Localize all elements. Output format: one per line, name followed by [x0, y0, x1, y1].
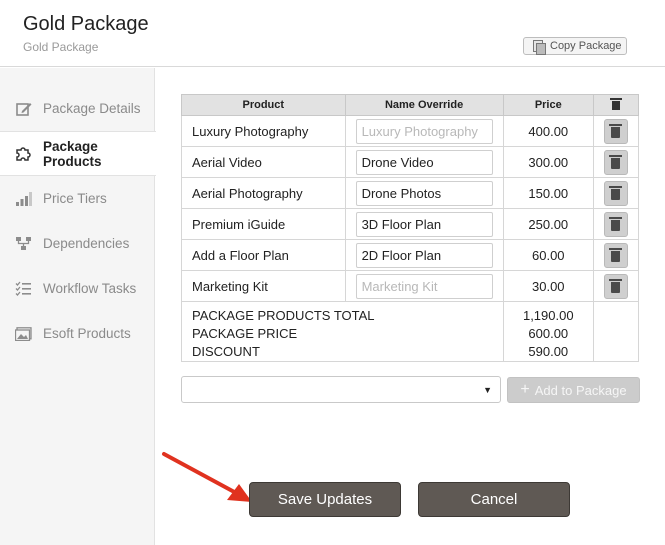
cancel-button[interactable]: Cancel [418, 482, 570, 517]
product-name: Aerial Photography [181, 177, 346, 209]
product-price: 30.00 [502, 270, 594, 302]
discount-value: 590.00 [528, 344, 569, 359]
summary-labels: PACKAGE PRODUCTS TOTAL PACKAGE PRICE DIS… [181, 301, 504, 362]
override-cell [344, 239, 504, 271]
caret-down-icon: ▼ [483, 385, 492, 395]
sidebar-item-label: Dependencies [43, 236, 130, 251]
trash-icon [609, 97, 622, 110]
delete-cell [592, 239, 640, 271]
name-override-input[interactable] [355, 149, 493, 175]
sidebar-item-package-products[interactable]: Package Products [0, 131, 156, 176]
total-value: 1,190.00 [522, 308, 574, 323]
column-header-override: Name Override [344, 94, 504, 116]
sidebar-item-package-details[interactable]: Package Details [0, 86, 155, 131]
product-select[interactable]: ▼ [181, 376, 501, 403]
page-title: Gold Package [23, 13, 149, 35]
override-cell [344, 208, 504, 240]
summary-values: 1,190.00 600.00 590.00 [502, 301, 594, 362]
delete-product-button[interactable] [603, 118, 628, 144]
copy-package-label: Copy Package [550, 40, 622, 52]
column-header-delete [592, 94, 640, 116]
add-to-package-label: Add to Package [534, 382, 627, 398]
sidebar-item-workflow-tasks[interactable]: Workflow Tasks [0, 266, 155, 311]
delete-product-button[interactable] [603, 273, 628, 299]
table-header-row: Product Name Override Price [181, 94, 640, 116]
product-price: 150.00 [502, 177, 594, 209]
sidebar: Package Details Package Products Price T… [0, 68, 156, 545]
sidebar-item-price-tiers[interactable]: Price Tiers [0, 176, 155, 221]
sidebar-item-label: Package Products [43, 138, 102, 169]
puzzle-icon [15, 145, 32, 162]
product-name: Premium iGuide [181, 208, 346, 240]
product-name: Marketing Kit [181, 270, 346, 302]
delete-cell [592, 146, 640, 178]
name-override-input[interactable] [355, 118, 493, 144]
override-cell [344, 177, 504, 209]
sidebar-item-label: Workflow Tasks [43, 281, 137, 296]
table-row: Aerial Video 300.00 [181, 146, 640, 178]
name-override-input[interactable] [355, 211, 493, 237]
product-price: 400.00 [502, 115, 594, 147]
delete-cell [592, 115, 640, 147]
delete-cell [592, 208, 640, 240]
trash-icon [609, 247, 623, 262]
package-price-label: PACKAGE PRICE [192, 326, 298, 341]
column-header-price: Price [502, 94, 594, 116]
signal-bars-icon [15, 190, 32, 207]
image-icon [15, 325, 32, 342]
product-name: Aerial Video [181, 146, 346, 178]
table-row: Premium iGuide 250.00 [181, 208, 640, 240]
add-to-package-button[interactable]: + Add to Package [507, 377, 640, 403]
override-cell [344, 146, 504, 178]
summary-empty-cell [592, 301, 640, 362]
edit-icon [15, 100, 32, 117]
name-override-input[interactable] [355, 273, 493, 299]
discount-label: DISCOUNT [192, 344, 260, 359]
product-price: 300.00 [502, 146, 594, 178]
sidebar-item-label: Package Details [43, 101, 141, 116]
sidebar-item-label: Price Tiers [43, 191, 107, 206]
trash-icon [609, 278, 623, 293]
save-updates-button[interactable]: Save Updates [249, 482, 401, 517]
override-cell [344, 270, 504, 302]
table-row: Aerial Photography 150.00 [181, 177, 640, 209]
trash-icon [609, 154, 623, 169]
package-products-table: Product Name Override Price Luxury Photo… [181, 94, 640, 362]
product-price: 250.00 [502, 208, 594, 240]
delete-product-button[interactable] [603, 149, 628, 175]
page-header: Gold Package Gold Package Copy Package [0, 0, 665, 67]
delete-cell [592, 177, 640, 209]
name-override-input[interactable] [355, 180, 493, 206]
delete-product-button[interactable] [603, 180, 628, 206]
product-price: 60.00 [502, 239, 594, 271]
tasks-icon [15, 280, 32, 297]
summary-row: PACKAGE PRODUCTS TOTAL PACKAGE PRICE DIS… [181, 301, 640, 362]
table-row: Marketing Kit 30.00 [181, 270, 640, 302]
product-name: Luxury Photography [181, 115, 346, 147]
copy-icon [533, 39, 546, 55]
override-cell [344, 115, 504, 147]
sitemap-icon [15, 235, 32, 252]
total-label: PACKAGE PRODUCTS TOTAL [192, 308, 375, 323]
delete-product-button[interactable] [603, 242, 628, 268]
sidebar-item-dependencies[interactable]: Dependencies [0, 221, 155, 266]
trash-icon [609, 185, 623, 200]
delete-product-button[interactable] [603, 211, 628, 237]
page-subtitle: Gold Package [23, 40, 99, 54]
sidebar-item-label: Esoft Products [43, 326, 131, 341]
table-row: Add a Floor Plan 60.00 [181, 239, 640, 271]
delete-cell [592, 270, 640, 302]
trash-icon [609, 216, 623, 231]
sidebar-item-esoft-products[interactable]: Esoft Products [0, 311, 155, 356]
name-override-input[interactable] [355, 242, 493, 268]
product-name: Add a Floor Plan [181, 239, 346, 271]
table-row: Luxury Photography 400.00 [181, 115, 640, 147]
copy-package-button[interactable]: Copy Package [523, 37, 627, 55]
column-header-product: Product [181, 94, 346, 116]
plus-icon: + [520, 381, 530, 398]
package-price-value: 600.00 [528, 326, 569, 341]
trash-icon [609, 123, 623, 138]
